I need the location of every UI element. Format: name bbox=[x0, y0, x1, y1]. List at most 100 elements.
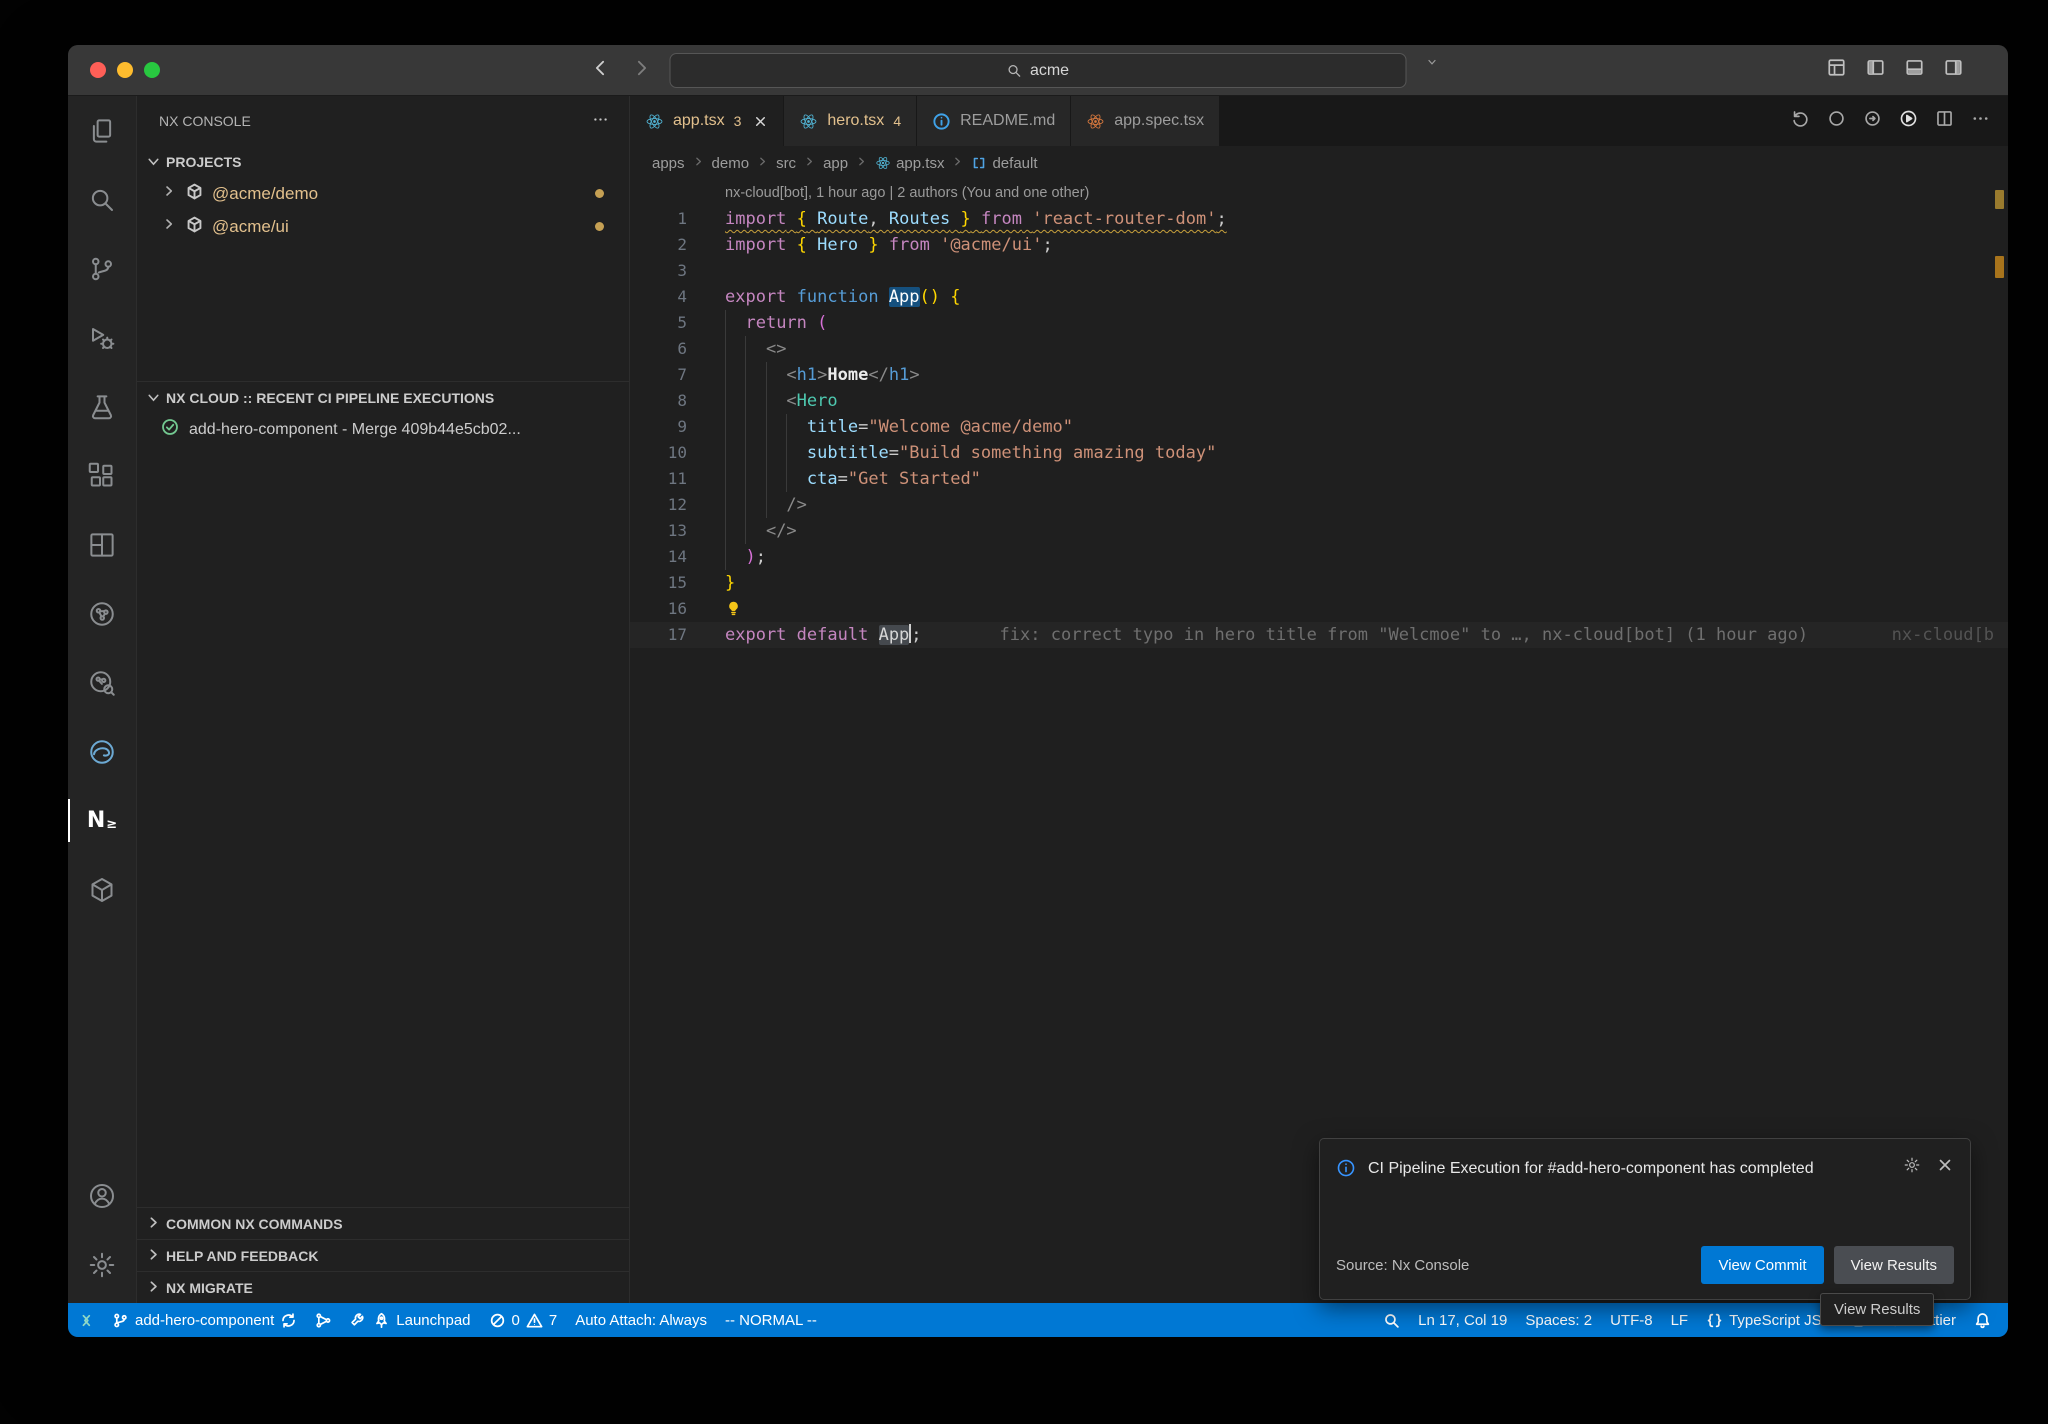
section-nx-migrate[interactable]: NX MIGRATE bbox=[137, 1271, 629, 1303]
code-line-content[interactable]: title="Welcome @acme/demo" bbox=[725, 414, 1073, 440]
code-line-content[interactable]: <h1>Home</h1> bbox=[725, 362, 920, 388]
breadcrumb-item-app[interactable]: app bbox=[823, 155, 848, 172]
activity-search-icon[interactable] bbox=[68, 165, 136, 234]
code-line-content[interactable]: export default App;fix: correct typo in … bbox=[725, 622, 1808, 648]
status-sync-icon bbox=[280, 1312, 297, 1329]
vscode-window: acme N≥ NX CONSOLE bbox=[68, 45, 2008, 1337]
chevron-right-icon[interactable] bbox=[161, 183, 177, 204]
breadcrumb-item-default[interactable]: default bbox=[971, 155, 1037, 172]
section-help-and-feedback[interactable]: HELP AND FEEDBACK bbox=[137, 1239, 629, 1271]
minimize-window-button[interactable] bbox=[117, 62, 133, 78]
command-center-search[interactable]: acme bbox=[670, 53, 1407, 88]
code-line-content[interactable] bbox=[725, 596, 742, 622]
back-icon[interactable] bbox=[590, 58, 610, 83]
code-line-content[interactable]: return ( bbox=[725, 310, 827, 336]
code-line-content[interactable]: } bbox=[725, 570, 735, 596]
code-line-content[interactable]: <> bbox=[725, 336, 786, 362]
circle-arrow-icon[interactable] bbox=[1863, 109, 1882, 133]
toggle-secondary-sidebar-icon[interactable] bbox=[1943, 57, 1964, 83]
chevron-right-icon bbox=[145, 1246, 162, 1266]
project-row-1[interactable]: @acme/demo bbox=[137, 177, 629, 210]
profile-button[interactable] bbox=[1426, 56, 1438, 68]
ci-pipeline-row[interactable]: add-hero-component - Merge 409b44e5cb02.… bbox=[137, 413, 629, 446]
status-indentation[interactable]: Spaces: 2 bbox=[1516, 1303, 1601, 1337]
gear-icon[interactable] bbox=[1903, 1156, 1921, 1179]
status-git-branch[interactable]: add-hero-component bbox=[103, 1303, 306, 1337]
toggle-panel-icon[interactable] bbox=[1904, 57, 1925, 83]
status-auto-attach[interactable]: Auto Attach: Always bbox=[566, 1303, 716, 1337]
view-results-button[interactable]: View Results bbox=[1834, 1246, 1954, 1284]
close-icon[interactable] bbox=[753, 114, 768, 129]
project-row-2[interactable]: @acme/ui bbox=[137, 210, 629, 243]
view-commit-button[interactable]: View Commit bbox=[1701, 1246, 1823, 1284]
run-file-icon[interactable] bbox=[1899, 109, 1918, 133]
code-editor[interactable]: nx-cloud[bot], 1 hour ago | 2 authors (Y… bbox=[630, 180, 2008, 1303]
toggle-sidebar-icon[interactable] bbox=[1865, 57, 1886, 83]
code-line-content[interactable]: subtitle="Build something amazing today" bbox=[725, 440, 1216, 466]
status-eol[interactable]: LF bbox=[1662, 1303, 1698, 1337]
activity-accounts-icon[interactable] bbox=[68, 1161, 136, 1230]
activity-project-details-icon[interactable] bbox=[68, 510, 136, 579]
code-line-content[interactable]: cta="Get Started" bbox=[725, 466, 981, 492]
activity-nx-graph-search-icon[interactable] bbox=[68, 648, 136, 717]
status-launchpad[interactable]: Launchpad bbox=[341, 1303, 479, 1337]
activity-testing-icon[interactable] bbox=[68, 372, 136, 441]
status-problems[interactable]: 07 bbox=[480, 1303, 567, 1337]
chevron-right-icon[interactable] bbox=[161, 216, 177, 237]
tab-hero.tsx[interactable]: hero.tsx4 bbox=[784, 96, 917, 146]
blame-header: nx-cloud[bot], 1 hour ago | 2 authors (Y… bbox=[630, 180, 2008, 206]
close-icon[interactable] bbox=[1936, 1156, 1954, 1179]
code-line-content[interactable]: import { Route, Routes } from 'react-rou… bbox=[725, 206, 1227, 232]
activity-settings-icon[interactable] bbox=[68, 1230, 136, 1299]
breadcrumb-item-app.tsx[interactable]: app.tsx bbox=[875, 155, 944, 172]
status-encoding[interactable]: UTF-8 bbox=[1601, 1303, 1662, 1337]
zoom-window-button[interactable] bbox=[144, 62, 160, 78]
activity-nx-cloud-graph-icon[interactable] bbox=[68, 579, 136, 648]
tab-app.tsx[interactable]: app.tsx3 bbox=[630, 96, 784, 146]
activity-dependencies-icon[interactable] bbox=[68, 855, 136, 924]
activity-source-control-icon[interactable] bbox=[68, 234, 136, 303]
tab-app.spec.tsx[interactable]: app.spec.tsx bbox=[1071, 96, 1220, 146]
status-wrench-icon bbox=[350, 1312, 367, 1329]
status-nx-cloud-status[interactable] bbox=[306, 1303, 341, 1337]
chevron-right-icon bbox=[951, 155, 964, 172]
code-line-content[interactable]: ); bbox=[725, 544, 766, 570]
breadcrumb-item-src[interactable]: src bbox=[776, 155, 796, 172]
discard-changes-icon[interactable] bbox=[1791, 109, 1810, 133]
nx-cloud-section-header[interactable]: NX CLOUD :: RECENT CI PIPELINE EXECUTION… bbox=[137, 382, 629, 413]
more-actions-icon[interactable] bbox=[1971, 109, 1990, 133]
status-remote[interactable] bbox=[68, 1303, 103, 1337]
status-notifications-bell[interactable] bbox=[1965, 1303, 2000, 1337]
more-actions-icon[interactable] bbox=[592, 111, 609, 131]
code-line-content[interactable]: </> bbox=[725, 518, 797, 544]
ruler-warning-mark bbox=[1995, 190, 2004, 209]
circle-icon[interactable] bbox=[1827, 109, 1846, 133]
inline-blame: fix: correct typo in hero title from "We… bbox=[1000, 625, 1809, 645]
breadcrumb-item-demo[interactable]: demo bbox=[712, 155, 750, 172]
status-cursor-position[interactable]: Ln 17, Col 19 bbox=[1409, 1303, 1516, 1337]
code-line-content[interactable]: <Hero bbox=[725, 388, 838, 414]
lightbulb-icon[interactable] bbox=[725, 599, 742, 619]
breadcrumb-item-apps[interactable]: apps bbox=[652, 155, 685, 172]
code-line-content[interactable]: export function App() { bbox=[725, 284, 961, 310]
status-zoom-indicator[interactable] bbox=[1374, 1303, 1409, 1337]
split-editor-icon[interactable] bbox=[1935, 109, 1954, 133]
indent-guide bbox=[745, 336, 746, 544]
chevron-right-icon bbox=[145, 1278, 162, 1298]
activity-edge-tools-icon[interactable] bbox=[68, 717, 136, 786]
close-window-button[interactable] bbox=[90, 62, 106, 78]
activity-run-and-debug-icon[interactable] bbox=[68, 303, 136, 372]
tab-README.md[interactable]: README.md bbox=[917, 96, 1071, 146]
status-vim-mode[interactable]: -- NORMAL -- bbox=[716, 1303, 826, 1337]
projects-section-header[interactable]: PROJECTS bbox=[137, 146, 629, 177]
chevron-down-icon bbox=[1426, 56, 1438, 68]
projects-section-label: PROJECTS bbox=[166, 154, 241, 170]
forward-icon[interactable] bbox=[632, 58, 652, 83]
screenshot-root: acme N≥ NX CONSOLE bbox=[0, 0, 2048, 1424]
section-common-nx-commands[interactable]: COMMON NX COMMANDS bbox=[137, 1207, 629, 1239]
code-line-content[interactable]: import { Hero } from '@acme/ui'; bbox=[725, 232, 1053, 258]
activity-extensions-icon[interactable] bbox=[68, 441, 136, 510]
customize-layout-icon[interactable] bbox=[1826, 57, 1847, 83]
activity-nx-console-icon[interactable]: N≥ bbox=[68, 786, 136, 855]
activity-explorer-icon[interactable] bbox=[68, 96, 136, 165]
